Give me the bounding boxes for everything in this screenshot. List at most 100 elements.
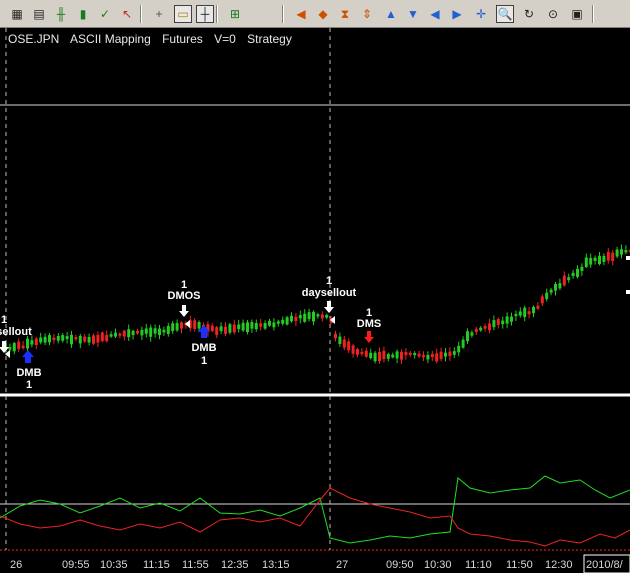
scroll-both-icon[interactable]: ◆ (314, 5, 332, 23)
candle-body (598, 255, 601, 264)
candle-body (34, 338, 38, 345)
candle-body (325, 314, 329, 318)
signal-qty: 1 (1, 314, 7, 326)
candle-body (158, 328, 161, 335)
candle-body (171, 323, 175, 332)
scroll-right-icon[interactable]: ▶ (448, 5, 466, 23)
candle-body (228, 324, 232, 333)
candle-body (615, 249, 619, 257)
candle-body (197, 322, 201, 329)
pin-icon[interactable]: ⊙ (544, 5, 562, 23)
candle-body (294, 316, 298, 322)
comment-icon[interactable]: ▭ (174, 5, 192, 23)
candle-body (466, 331, 469, 342)
candle-body (281, 319, 285, 324)
arrow-pointer-icon[interactable]: ↖ (118, 5, 136, 23)
candle-body (272, 322, 276, 328)
fit-icon[interactable]: ✛ (472, 5, 490, 23)
candle-body (219, 326, 223, 332)
candlestick-icon[interactable]: ▮ (74, 5, 92, 23)
candle-body (250, 322, 254, 329)
candle-body (87, 336, 91, 343)
toolbar: ▦ ▤ ╫ ▮ ✓ ↖ + ▭ ┼ ⊞ ◀ ◆ ⧗ ⇕ ▲ ▼ ◀ ▶ ✛ 🔍 ↻ ⊙ ▣ (0, 0, 630, 28)
candle-body (589, 257, 593, 265)
candle-body (166, 325, 170, 334)
chart-area[interactable]: 1selloutDMB11DMOSDMB11daysellout1DMS2609… (0, 28, 630, 573)
toolbar-separator (140, 5, 142, 23)
candle-body (109, 334, 113, 337)
ohlc-bar-icon[interactable]: ╫ (52, 5, 70, 23)
time-axis-label: 27 (336, 559, 348, 571)
candle-body (448, 351, 452, 357)
candle-body (369, 352, 373, 359)
candle-body (215, 327, 219, 335)
line-chart-icon[interactable]: ✓ (96, 5, 114, 23)
save-icon[interactable]: ▣ (568, 5, 586, 23)
candle-body (78, 335, 82, 344)
price-chart[interactable]: 1selloutDMB11DMOSDMB11daysellout1DMS2609… (0, 28, 630, 573)
category-label: Futures (162, 32, 203, 46)
candle-body (298, 315, 302, 319)
time-axis-label: 2010/8/ (586, 559, 624, 571)
candle-body (114, 332, 117, 337)
scroll-left-end-icon[interactable]: ◀ (292, 5, 310, 23)
expand-icon[interactable]: ⇕ (358, 5, 376, 23)
candle-body (136, 330, 139, 334)
bar-chart-icon[interactable]: ▦ (8, 5, 26, 23)
time-axis-label: 12:35 (221, 559, 249, 571)
candle-body (70, 334, 73, 345)
candle-body (26, 338, 29, 349)
zoom-down-icon[interactable]: ▼ (404, 5, 422, 23)
candle-body (127, 329, 131, 338)
candle-body (611, 252, 615, 261)
candle-body (334, 333, 337, 339)
mapping-label: ASCII Mapping (70, 32, 151, 46)
candle-body (386, 354, 390, 359)
candle-body (131, 330, 135, 336)
candle-body (149, 327, 153, 337)
candle-body (527, 311, 531, 315)
candle-body (606, 251, 610, 261)
refresh-icon[interactable]: ↻ (520, 5, 538, 23)
indicator-line-green (0, 475, 630, 544)
signal-qty: 1 (326, 275, 332, 287)
toolbar-separator (216, 5, 218, 23)
time-axis-label: 11:50 (506, 559, 533, 571)
time-axis-label: 09:55 (62, 559, 90, 571)
candle-body (576, 268, 579, 277)
data-window-icon[interactable]: ▤ (30, 5, 48, 23)
candle-body (382, 350, 386, 360)
exit-arrow-icon (324, 301, 334, 313)
signal-label-dmb: DMB (16, 367, 41, 379)
crosshair-icon[interactable]: + (150, 5, 168, 23)
candle-body (241, 322, 245, 331)
candle-body (545, 292, 549, 300)
candle-body (175, 323, 179, 331)
candle-body (30, 340, 34, 345)
candle-body (246, 322, 249, 333)
candle-body (153, 328, 157, 334)
candle-body (140, 329, 144, 336)
candle-body (43, 336, 47, 343)
candle-body (479, 327, 483, 331)
last-price-marker (626, 290, 630, 294)
scroll-left-icon[interactable]: ◀ (426, 5, 444, 23)
candle-body (435, 353, 439, 362)
add-indicator-icon[interactable]: ⊞ (226, 5, 244, 23)
candle-body (100, 332, 104, 342)
candle-body (224, 326, 227, 334)
candle-body (400, 351, 403, 360)
chart-title: OSE.JPN ASCII Mapping Futures V=0 Strate… (8, 32, 300, 46)
candle-body (338, 336, 342, 344)
symbol-label: OSE.JPN (8, 32, 60, 46)
crosshair-tool-icon[interactable]: ┼ (196, 5, 214, 23)
exit-arrow-icon (179, 305, 189, 317)
candle-body (342, 339, 346, 348)
zoom-up-icon[interactable]: ▲ (382, 5, 400, 23)
zoom-icon[interactable]: 🔍 (496, 5, 514, 23)
hourglass-icon[interactable]: ⧗ (336, 5, 354, 23)
candle-body (351, 345, 355, 354)
candle-body (356, 349, 359, 355)
candle-body (105, 334, 109, 342)
candle-body (268, 320, 271, 326)
